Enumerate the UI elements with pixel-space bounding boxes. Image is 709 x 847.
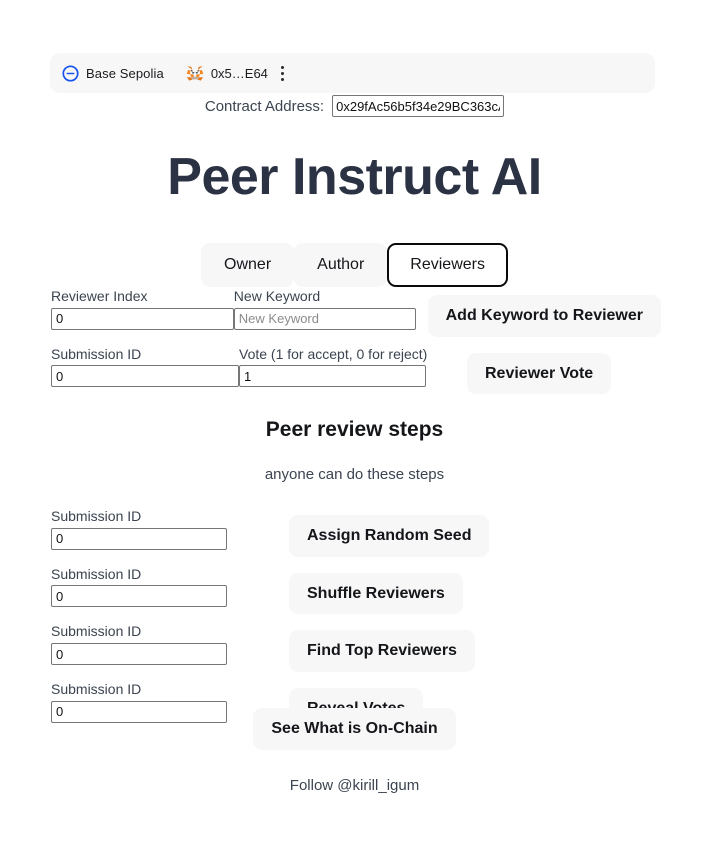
vote-submission-id-label: Submission ID [51, 345, 142, 362]
tab-owner[interactable]: Owner [201, 243, 295, 287]
reviewer-form: Reviewer Index New Keyword Add Keyword t… [51, 287, 661, 395]
find-top-reviewers-input[interactable] [51, 643, 227, 666]
assign-random-seed-field: Submission ID [51, 507, 227, 550]
metamask-fox-icon [186, 65, 204, 82]
assign-random-seed-button[interactable]: Assign Random Seed [289, 515, 490, 557]
peer-review-steps-list: Submission ID Assign Random Seed Submiss… [51, 507, 661, 737]
add-keyword-button-cell: Add Keyword to Reviewer [416, 287, 661, 337]
page-title: Peer Instruct AI [167, 148, 542, 206]
step-row: Submission ID Shuffle Reviewers [51, 565, 661, 615]
find-top-reviewers-button-cell: Find Top Reviewers [227, 622, 475, 672]
account-chip[interactable]: 0x5…E64 [186, 65, 268, 82]
assign-random-seed-button-cell: Assign Random Seed [227, 507, 490, 557]
see-what-is-on-chain-button[interactable]: See What is On-Chain [253, 708, 456, 750]
role-tabs: Owner Author Reviewers [0, 243, 709, 287]
reveal-votes-label: Submission ID [51, 680, 142, 697]
shuffle-reviewers-button[interactable]: Shuffle Reviewers [289, 572, 463, 615]
new-keyword-label: New Keyword [233, 288, 321, 304]
shuffle-reviewers-label: Submission ID [51, 565, 142, 582]
vote-value-input[interactable] [239, 365, 426, 388]
vote-submission-id-input[interactable] [51, 365, 239, 388]
tab-author[interactable]: Author [294, 243, 388, 287]
find-top-reviewers-label: Submission ID [51, 623, 142, 640]
new-keyword-input[interactable] [233, 307, 416, 330]
vote-value-label: Vote (1 for accept, 0 for reject) [239, 345, 428, 362]
step-row: Submission ID Assign Random Seed [51, 507, 661, 557]
base-network-icon [62, 64, 79, 82]
contract-address-row: Contract Address: [0, 95, 709, 117]
vote-value-field: Vote (1 for accept, 0 for reject) [239, 345, 428, 388]
see-onchain-wrap: See What is On-Chain [0, 708, 709, 750]
shuffle-reviewers-button-cell: Shuffle Reviewers [227, 565, 463, 615]
contract-address-input[interactable] [332, 95, 505, 117]
network-chip[interactable]: Base Sepolia [62, 64, 164, 82]
account-address-label: 0x5…E64 [210, 65, 268, 81]
find-top-reviewers-field: Submission ID [51, 622, 227, 666]
tab-reviewers[interactable]: Reviewers [387, 243, 508, 287]
peer-review-steps-subtitle: anyone can do these steps [264, 466, 445, 483]
assign-random-seed-input[interactable] [51, 527, 227, 550]
assign-random-seed-label: Submission ID [51, 508, 142, 524]
reviewer-index-label: Reviewer Index [51, 288, 148, 304]
kebab-menu-icon[interactable] [281, 65, 285, 82]
shuffle-reviewers-field: Submission ID [51, 565, 227, 608]
find-top-reviewers-button[interactable]: Find Top Reviewers [289, 630, 475, 672]
reviewer-vote-button-cell: Reviewer Vote [426, 345, 612, 395]
reviewer-index-input[interactable] [51, 307, 234, 330]
reviewer-vote-button[interactable]: Reviewer Vote [467, 352, 612, 395]
network-label: Base Sepolia [86, 65, 164, 81]
wallet-bar: Base Sepolia 0x5…E64 [50, 53, 655, 93]
reviewer-vote-row: Submission ID Vote (1 for accept, 0 for … [51, 345, 661, 395]
footer-follow-text: Follow @kirill_igum [289, 777, 420, 794]
reviewer-keyword-row: Reviewer Index New Keyword Add Keyword t… [51, 287, 661, 337]
new-keyword-field: New Keyword [233, 287, 416, 330]
step-row: Submission ID Find Top Reviewers [51, 622, 661, 672]
contract-address-label: Contract Address: [204, 97, 325, 115]
reviewer-index-field: Reviewer Index [51, 287, 234, 330]
shuffle-reviewers-input[interactable] [51, 585, 227, 608]
add-keyword-to-reviewer-button[interactable]: Add Keyword to Reviewer [427, 295, 661, 337]
peer-review-steps-title: Peer review steps [265, 418, 444, 441]
vote-submission-id-field: Submission ID [51, 345, 239, 388]
